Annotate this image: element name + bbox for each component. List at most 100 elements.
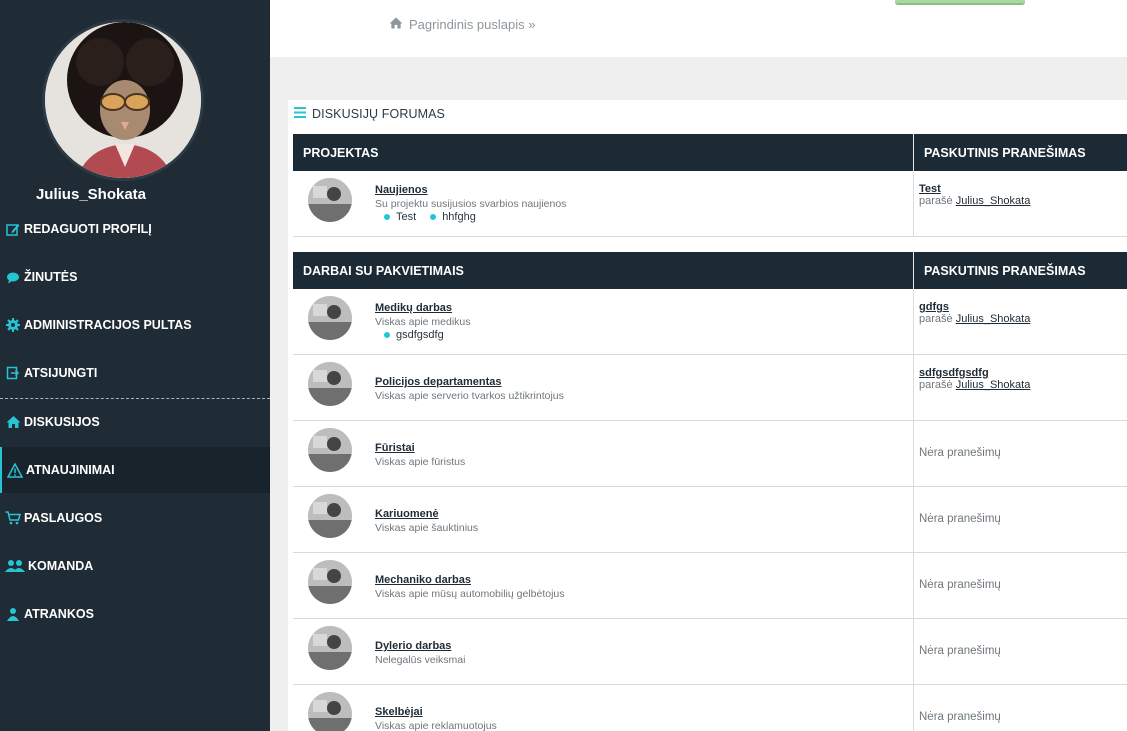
subforum-label[interactable]: gsdfgsdfg bbox=[396, 329, 444, 341]
subforum-list: gsdfgsdfg bbox=[384, 329, 444, 341]
subforum-label[interactable]: Test bbox=[396, 211, 416, 223]
menu-icon bbox=[294, 107, 306, 121]
forum-name-link[interactable]: Naujienos bbox=[375, 184, 428, 196]
column-divider bbox=[913, 553, 914, 618]
column-divider bbox=[913, 355, 914, 420]
breadcrumb[interactable]: Pagrindinis puslapis » bbox=[389, 17, 535, 32]
subforum-label[interactable]: hhfghg bbox=[442, 211, 476, 223]
column-divider bbox=[913, 685, 914, 731]
column-divider bbox=[913, 171, 914, 236]
forum-name-link[interactable]: Skelbėjai bbox=[375, 706, 423, 718]
subforum-list: Test hhfghg bbox=[384, 211, 476, 223]
nav-updates[interactable]: ATNAUJINIMAI bbox=[0, 447, 270, 493]
last-post: Test parašė Julius_Shokata bbox=[919, 183, 1030, 207]
no-posts-text: Nėra pranešimų bbox=[919, 513, 1001, 525]
forum-thumbnail bbox=[308, 428, 352, 472]
forum-row[interactable]: Fūristai Viskas apie fūristus Nėra prane… bbox=[293, 421, 1127, 487]
column-divider bbox=[913, 252, 914, 289]
forum-name-link[interactable]: Fūristai bbox=[375, 442, 415, 454]
column-header-main: PROJEKTAS bbox=[303, 146, 379, 160]
forum-row[interactable]: Naujienos Su projektu susijusios svarbio… bbox=[293, 171, 1127, 237]
forum-name-link[interactable]: Dylerio darbas bbox=[375, 640, 451, 652]
last-post: sdfgsdfgsdfg parašė Julius_Shokata bbox=[919, 367, 1030, 391]
subforum-link[interactable]: gsdfgsdfg bbox=[384, 329, 444, 341]
forum-name-link[interactable]: Mechaniko darbas bbox=[375, 574, 471, 586]
forum-thumbnail bbox=[308, 362, 352, 406]
nav-logout[interactable]: ATSIJUNGTI bbox=[0, 350, 270, 396]
nav-label: KOMANDA bbox=[28, 559, 94, 573]
bullet-icon bbox=[384, 214, 390, 220]
forum-thumbnail bbox=[308, 692, 352, 731]
nav-admin-panel[interactable]: ADMINISTRACIJOS PULTAS bbox=[0, 302, 270, 348]
subforum-link[interactable]: Test bbox=[384, 211, 416, 223]
forum-name-link[interactable]: Kariuomenė bbox=[375, 508, 439, 520]
forum-description: Viskas apie reklamuotojus bbox=[375, 720, 497, 731]
forum-thumbnail bbox=[308, 560, 352, 604]
column-divider bbox=[913, 619, 914, 684]
author-link[interactable]: Julius_Shokata bbox=[956, 195, 1031, 207]
forum-row[interactable]: Skelbėjai Viskas apie reklamuotojus Nėra… bbox=[293, 685, 1127, 731]
nav-team[interactable]: KOMANDA bbox=[0, 543, 270, 589]
section-header-jobs: DARBAI SU PAKVIETIMAIS PASKUTINIS PRANEŠ… bbox=[293, 252, 1127, 289]
last-post: gdfgs parašė Julius_Shokata bbox=[919, 301, 1030, 325]
nav-recruitment[interactable]: ATRANKOS bbox=[0, 591, 270, 637]
subforum-link[interactable]: hhfghg bbox=[430, 211, 476, 223]
forum-thumbnail bbox=[308, 626, 352, 670]
forum-description: Viskas apie mūsų automobilių gelbėtojus bbox=[375, 588, 565, 600]
forum-name-link[interactable]: Medikų darbas bbox=[375, 302, 452, 314]
bullet-icon bbox=[384, 332, 390, 338]
home-icon bbox=[5, 414, 21, 430]
no-posts-text: Nėra pranešimų bbox=[919, 447, 1001, 459]
author-link[interactable]: Julius_Shokata bbox=[956, 313, 1031, 325]
no-posts-text: Nėra pranešimų bbox=[919, 711, 1001, 723]
forum-thumbnail bbox=[308, 178, 352, 222]
column-header-last-post: PASKUTINIS PRANEŠIMAS bbox=[924, 264, 1086, 278]
forum-name-link[interactable]: Policijos departamentas bbox=[375, 376, 502, 388]
forum-row[interactable]: Medikų darbas Viskas apie medikus gsdfgs… bbox=[293, 289, 1127, 355]
breadcrumb-home-link[interactable]: Pagrindinis puslapis » bbox=[409, 17, 535, 32]
user-icon bbox=[5, 606, 21, 622]
nav-services[interactable]: PASLAUGOS bbox=[0, 495, 270, 541]
no-posts-text: Nėra pranešimų bbox=[919, 579, 1001, 591]
sidebar: Julius_Shokata REDAGUOTI PROFILĮ ŽINUTĖS… bbox=[0, 0, 270, 731]
nav-label: ATNAUJINIMAI bbox=[26, 463, 115, 477]
forum-row[interactable]: Dylerio darbas Nelegalūs veiksmai Nėra p… bbox=[293, 619, 1127, 685]
top-header: Pagrindinis puslapis » bbox=[270, 0, 1127, 57]
last-post-title-link[interactable]: gdfgs bbox=[919, 301, 1030, 313]
nav-edit-profile[interactable]: REDAGUOTI PROFILĮ bbox=[0, 206, 270, 252]
logout-icon bbox=[5, 365, 21, 381]
forum-row[interactable]: Kariuomenė Viskas apie šauktinius Nėra p… bbox=[293, 487, 1127, 553]
column-header-main: DARBAI SU PAKVIETIMAIS bbox=[303, 264, 464, 278]
column-divider bbox=[913, 487, 914, 552]
nav-messages[interactable]: ŽINUTĖS bbox=[0, 254, 270, 300]
warning-icon bbox=[7, 462, 23, 478]
nav-label: ATSIJUNGTI bbox=[24, 366, 98, 380]
home-icon bbox=[389, 17, 403, 32]
forum-row[interactable]: Policijos departamentas Viskas apie serv… bbox=[293, 355, 1127, 421]
avatar-image bbox=[45, 22, 201, 178]
last-post-author: parašė Julius_Shokata bbox=[919, 379, 1030, 391]
forum-description: Su projektu susijusios svarbios naujieno… bbox=[375, 198, 567, 210]
nav-label: ŽINUTĖS bbox=[24, 270, 78, 284]
nav-label: ADMINISTRACIJOS PULTAS bbox=[24, 318, 192, 332]
last-post-author: parašė Julius_Shokata bbox=[919, 195, 1030, 207]
forum-thumbnail bbox=[308, 494, 352, 538]
nav-label: REDAGUOTI PROFILĮ bbox=[24, 222, 152, 236]
no-posts-text: Nėra pranešimų bbox=[919, 645, 1001, 657]
forum-title-text: DISKUSIJŲ FORUMAS bbox=[312, 107, 445, 121]
forum-thumbnail bbox=[308, 296, 352, 340]
profile-avatar[interactable] bbox=[42, 19, 204, 181]
users-icon bbox=[5, 558, 25, 574]
last-post-title-link[interactable]: sdfgsdfgsdfg bbox=[919, 367, 1030, 379]
nav-label: ATRANKOS bbox=[24, 607, 94, 621]
forum-row[interactable]: Mechaniko darbas Viskas apie mūsų automo… bbox=[293, 553, 1127, 619]
column-divider bbox=[913, 134, 914, 171]
author-prefix: parašė bbox=[919, 195, 953, 207]
header-action-button[interactable] bbox=[895, 0, 1025, 5]
nav-discussions[interactable]: DISKUSIJOS bbox=[0, 399, 270, 445]
author-link[interactable]: Julius_Shokata bbox=[956, 379, 1031, 391]
column-divider bbox=[913, 421, 914, 486]
last-post-title-link[interactable]: Test bbox=[919, 183, 1030, 195]
username[interactable]: Julius_Shokata bbox=[0, 186, 182, 203]
forum-description: Viskas apie šauktinius bbox=[375, 522, 479, 534]
